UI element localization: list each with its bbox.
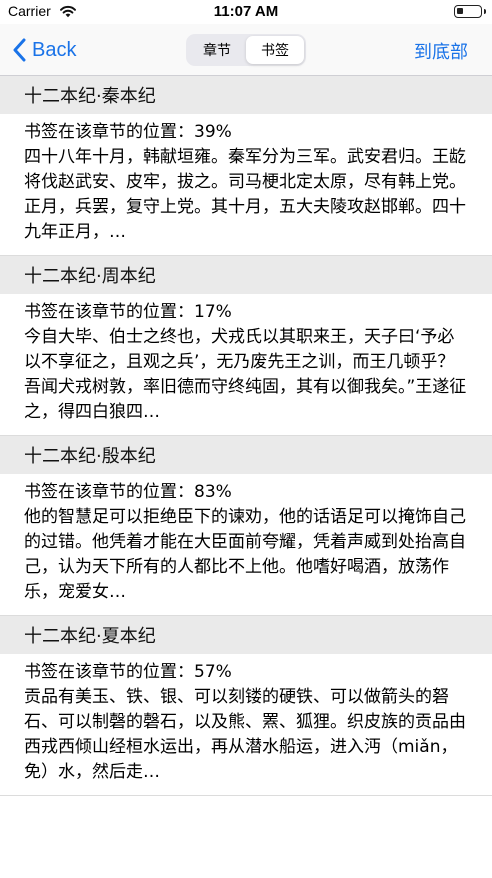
bookmark-item[interactable]: 书签在该章节的位置：17% 今自大毕、伯士之终也，犬戎氏以其职来王，天子曰‘予必… <box>0 294 492 436</box>
view-segmented-control: 章节 书签 <box>186 34 306 66</box>
chevron-left-icon <box>13 38 26 62</box>
tab-chapters[interactable]: 章节 <box>188 36 246 64</box>
bookmark-excerpt: 贡品有美玉、铁、银、可以刻镂的硬铁、可以做箭头的砮石、可以制磬的磬石，以及熊、罴… <box>24 687 466 782</box>
section-header: 十二本纪·夏本纪 <box>0 616 492 654</box>
bookmark-position: 书签在该章节的位置：39% <box>24 122 232 142</box>
section-header: 十二本纪·殷本纪 <box>0 436 492 474</box>
bookmark-item[interactable]: 书签在该章节的位置：57% 贡品有美玉、铁、银、可以刻镂的硬铁、可以做箭头的砮石… <box>0 654 492 796</box>
battery-icon <box>454 5 486 18</box>
bookmark-excerpt: 四十八年十月，韩献垣雍。秦军分为三军。武安君归。王龁将伐赵武安、皮牢，拔之。司马… <box>24 147 466 242</box>
bookmark-excerpt: 今自大毕、伯士之终也，犬戎氏以其职来王，天子曰‘予必以不享征之，且观之兵’，无乃… <box>24 327 467 422</box>
bookmark-item[interactable]: 书签在该章节的位置：39% 四十八年十月，韩献垣雍。秦军分为三军。武安君归。王龁… <box>0 114 492 256</box>
scroll-to-bottom-button[interactable]: 到底部 <box>414 38 468 64</box>
clock: 11:07 AM <box>213 3 279 20</box>
tab-bookmarks[interactable]: 书签 <box>246 36 304 64</box>
navigation-bar: Back 章节 书签 到底部 <box>0 24 492 76</box>
back-button[interactable]: Back <box>12 36 76 64</box>
bookmark-position: 书签在该章节的位置：17% <box>24 302 232 322</box>
back-label: Back <box>32 38 77 61</box>
section-header: 十二本纪·周本纪 <box>0 256 492 294</box>
bookmark-excerpt: 他的智慧足可以拒绝臣下的谏劝，他的话语足可以掩饰自己的过错。他凭着才能在大臣面前… <box>24 507 466 602</box>
section-header: 十二本纪·秦本纪 <box>0 76 492 114</box>
bookmark-position: 书签在该章节的位置：57% <box>24 662 232 682</box>
bookmark-list: 十二本纪·秦本纪 书签在该章节的位置：39% 四十八年十月，韩献垣雍。秦军分为三… <box>0 76 492 796</box>
bookmark-item[interactable]: 书签在该章节的位置：83% 他的智慧足可以拒绝臣下的谏劝，他的话语足可以掩饰自己… <box>0 474 492 616</box>
bookmark-position: 书签在该章节的位置：83% <box>24 482 232 502</box>
status-bar: Carrier 11:07 AM <box>0 0 492 24</box>
